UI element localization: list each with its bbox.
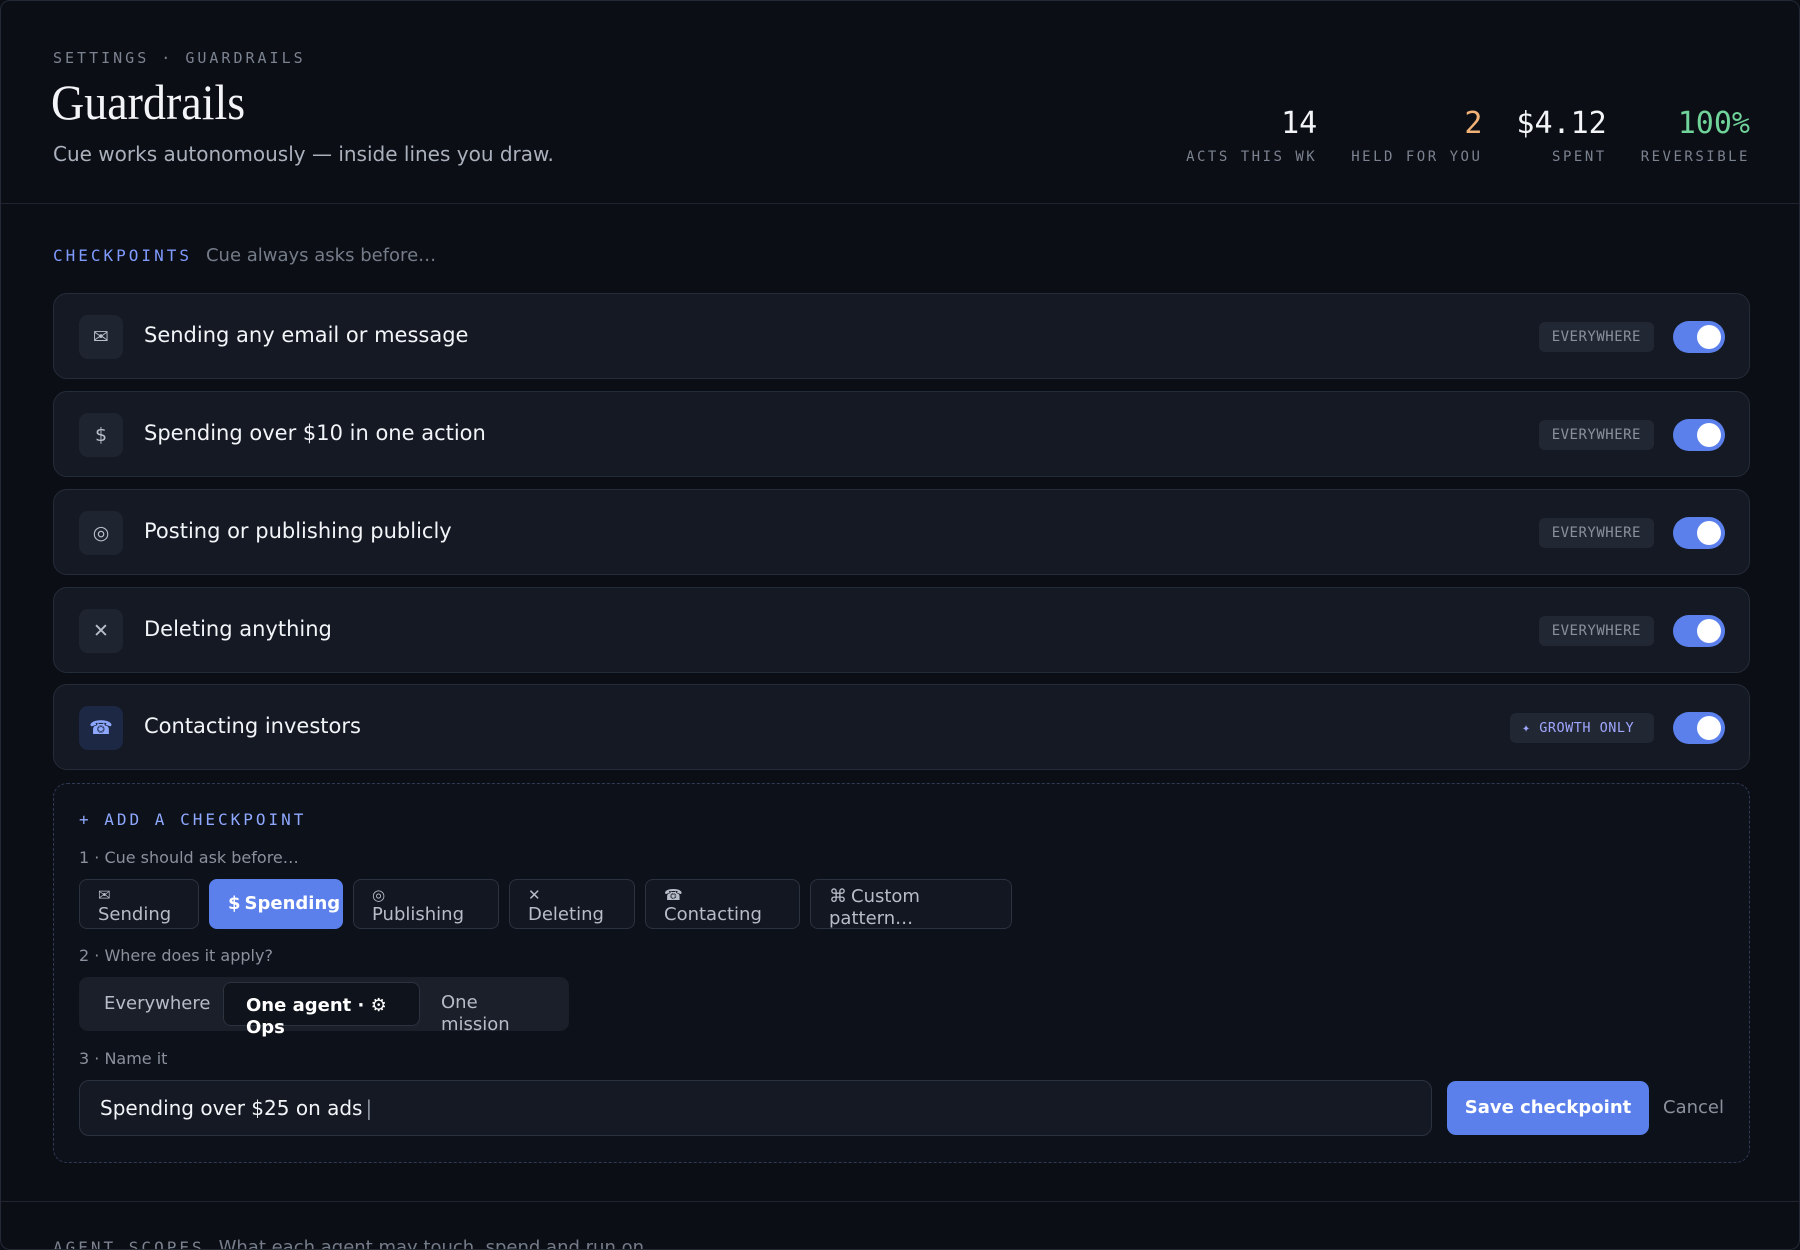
scope-badge[interactable]: EVERYWHERE [1538,616,1654,646]
dollar-icon: $ [228,893,241,914]
add-checkpoint-title: + ADD A CHECKPOINT [79,810,307,829]
checkpoint-label: Spending over $10 in one action [144,421,486,445]
checkpoint-toggle[interactable] [1673,321,1725,353]
stats-summary: 14 ACTS THIS WK 2 HELD FOR YOU $4.12 SPE… [1186,106,1750,166]
phone-icon: ☎ [79,706,123,750]
stat-held: 2 HELD FOR YOU [1351,106,1483,166]
chip-label: Sending [98,904,172,925]
checkpoint-row-publishing: ◎ Posting or publishing publicly EVERYWH… [53,489,1750,575]
checkpoint-label: Deleting anything [144,617,332,641]
scope-option-one-agent[interactable]: One agent · ⚙ Ops [223,982,420,1038]
delete-icon: ✕ [79,609,123,653]
stat-acts: 14 ACTS THIS WK [1186,106,1318,166]
checkpoint-label: Contacting investors [144,714,361,738]
stat-reversible: 100% REVERSIBLE [1640,106,1750,166]
step-3-label: 3 · Name it [79,1049,168,1068]
scope-selector: Everywhere One agent · ⚙ Ops One mission [79,977,569,1038]
dollar-icon: $ [79,413,123,457]
stat-label: REVERSIBLE [1640,149,1750,165]
checkpoint-label: Posting or publishing publicly [144,519,452,543]
stat-value: 2 [1464,106,1483,141]
stat-value: 14 [1281,106,1318,141]
step-1-label: 1 · Cue should ask before… [79,848,299,867]
stat-value: 100% [1677,106,1750,141]
section-hint: What each agent may touch, spend and run… [218,1237,645,1250]
checkpoint-toggle[interactable] [1673,712,1725,744]
page-title: Guardrails [51,74,246,130]
stat-spent: $4.12 SPENT [1516,106,1607,166]
chip-label: Deleting [528,904,604,925]
section-hint: Cue always asks before… [205,245,437,266]
toggle-knob [1697,423,1721,447]
stat-value: $4.12 [1516,106,1607,141]
broadcast-icon: ◎ [79,511,123,555]
scope-badge[interactable]: ✦ GROWTH ONLY [1510,713,1654,743]
mail-icon: ✉ [79,315,123,359]
checkpoint-row-deleting: ✕ Deleting anything EVERYWHERE [53,587,1750,673]
scope-badge[interactable]: EVERYWHERE [1538,518,1654,548]
section-divider [1,1201,1799,1202]
checkpoint-toggle[interactable] [1673,615,1725,647]
stat-label: SPENT [1552,149,1607,165]
save-checkpoint-button[interactable]: Save checkpoint [1447,1081,1649,1135]
checkpoint-row-spending: $ Spending over $10 in one action EVERYW… [53,391,1750,477]
scope-option-everywhere[interactable]: Everywhere [104,993,210,1015]
page-header: SETTINGS · GUARDRAILS Guardrails Cue wor… [1,1,1799,204]
command-icon: ⌘ [829,886,847,907]
broadcast-icon: ◎ [372,886,386,904]
category-chip-spending[interactable]: $ Spending [209,879,343,929]
scope-badge[interactable]: EVERYWHERE [1538,322,1654,352]
stat-label: ACTS THIS WK [1186,149,1318,165]
chip-label: Publishing [372,904,464,925]
stat-label: HELD FOR YOU [1351,149,1483,165]
input-value: Spending over $25 on ads [100,1096,363,1120]
step-2-label: 2 · Where does it apply? [79,946,273,965]
checkpoint-toggle[interactable] [1673,419,1725,451]
delete-icon: ✕ [528,886,541,904]
app-window: SETTINGS · GUARDRAILS Guardrails Cue wor… [0,0,1800,1250]
category-chip-custom[interactable]: ⌘ Custom pattern… [810,879,1012,929]
category-chip-deleting[interactable]: ✕ Deleting [509,879,635,929]
checkpoint-row-sending: ✉ Sending any email or message EVERYWHER… [53,293,1750,379]
phone-icon: ☎ [664,886,683,904]
breadcrumb: SETTINGS · GUARDRAILS [53,49,306,67]
category-chip-sending[interactable]: ✉ Sending [79,879,199,929]
checkpoint-name-input[interactable]: Spending over $25 on ads | [79,1080,1432,1136]
scope-badge[interactable]: EVERYWHERE [1538,420,1654,450]
add-checkpoint-panel: + ADD A CHECKPOINT 1 · Cue should ask be… [53,783,1750,1163]
toggle-knob [1697,619,1721,643]
text-caret: | [365,1096,373,1120]
category-chip-contacting[interactable]: ☎ Contacting [645,879,800,929]
checkpoint-row-investors: ☎ Contacting investors ✦ GROWTH ONLY [53,684,1750,770]
chip-label: Spending [244,893,341,914]
checkpoint-toggle[interactable] [1673,517,1725,549]
checkpoints-section-header: CHECKPOINTS Cue always asks before… [53,245,436,266]
toggle-knob [1697,325,1721,349]
agent-scopes-section-header: AGENT SCOPES What each agent may touch, … [53,1237,645,1250]
scope-option-one-mission[interactable]: One mission [441,992,551,1036]
checkpoint-label: Sending any email or message [144,323,469,347]
section-label: CHECKPOINTS [53,246,192,265]
toggle-knob [1697,716,1721,740]
category-chip-publishing[interactable]: ◎ Publishing [353,879,499,929]
mail-icon: ✉ [98,886,111,904]
page-subtitle: Cue works autonomously — inside lines yo… [53,142,554,166]
cancel-button[interactable]: Cancel [1663,1097,1724,1118]
chip-label: Contacting [664,904,762,925]
toggle-knob [1697,521,1721,545]
section-label: AGENT SCOPES [53,1238,205,1250]
